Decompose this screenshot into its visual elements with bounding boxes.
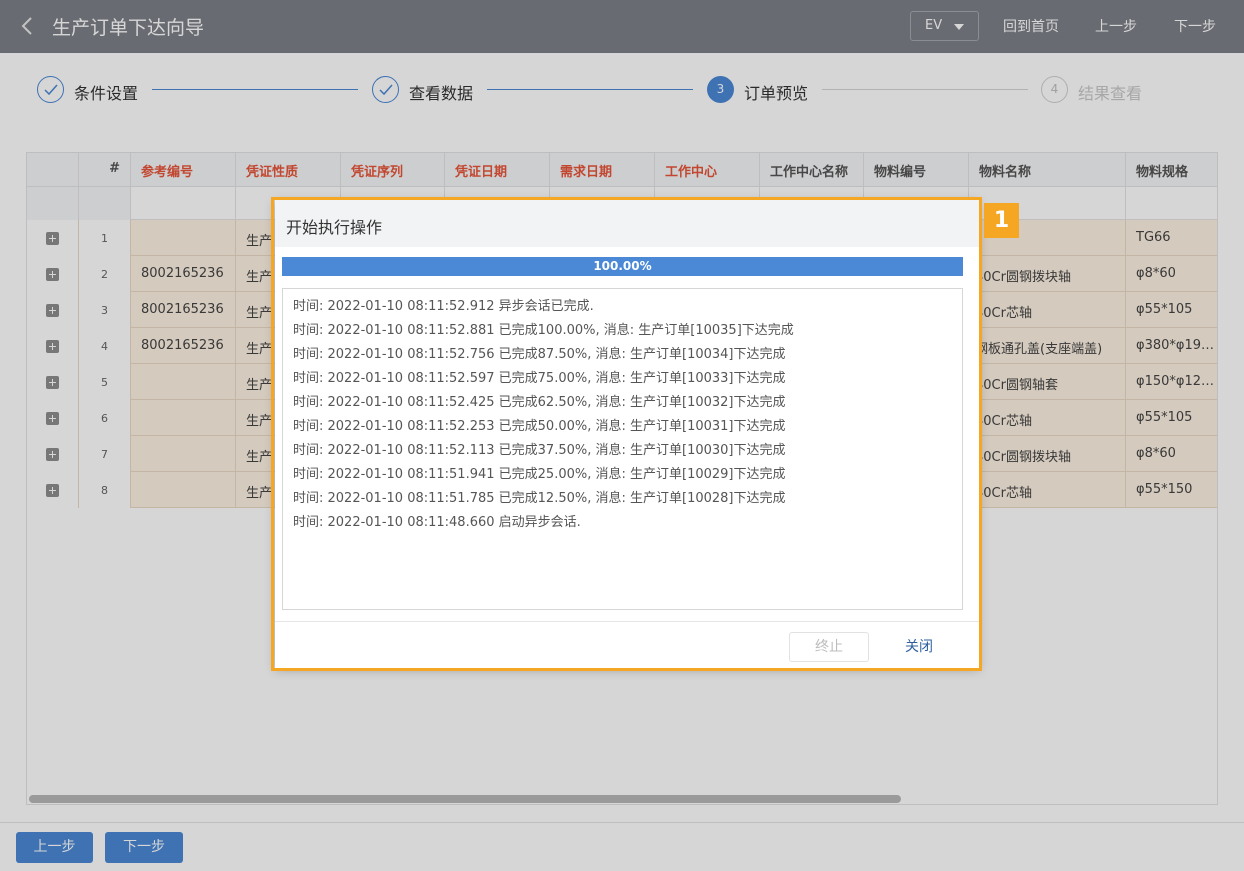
annotation-badge: 1 [984, 203, 1019, 238]
annotation-frame [271, 197, 982, 671]
